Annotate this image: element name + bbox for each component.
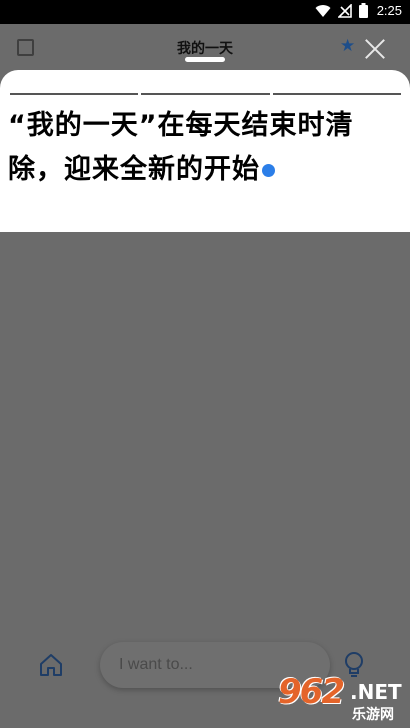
divider-line (272, 93, 401, 95)
divider-line (141, 93, 270, 95)
watermark-net: .NET (350, 680, 402, 704)
app-header: 我的一天 ★ (0, 24, 410, 70)
status-time: 2:25 (376, 3, 402, 18)
info-sheet: “我的一天”在每天结束时清除，迎来全新的开始 (0, 70, 410, 232)
star-icon[interactable]: ★ (340, 38, 355, 55)
status-bar: 2:25 (0, 0, 410, 24)
wifi-icon (315, 4, 331, 17)
caret-dot-icon (262, 164, 275, 177)
watermark-number: 962 (278, 672, 345, 712)
watermark-sub: 乐游网 (352, 707, 394, 723)
sheet-divider-lines (10, 93, 401, 95)
close-icon[interactable] (362, 36, 388, 62)
battery-icon (358, 3, 368, 18)
watermark-logo: 962 .NET 乐游网 (268, 672, 408, 726)
divider-line (10, 93, 139, 95)
sheet-message-block: “我的一天”在每天结束时清除，迎来全新的开始 (8, 104, 402, 192)
task-input-placeholder: I want to... (119, 656, 193, 673)
status-icons: 2:25 (315, 3, 402, 18)
sheet-message: “我的一天”在每天结束时清除，迎来全新的开始 (8, 110, 354, 185)
home-icon[interactable] (38, 652, 64, 678)
title-underline (185, 57, 225, 62)
no-signal-icon (337, 3, 352, 18)
